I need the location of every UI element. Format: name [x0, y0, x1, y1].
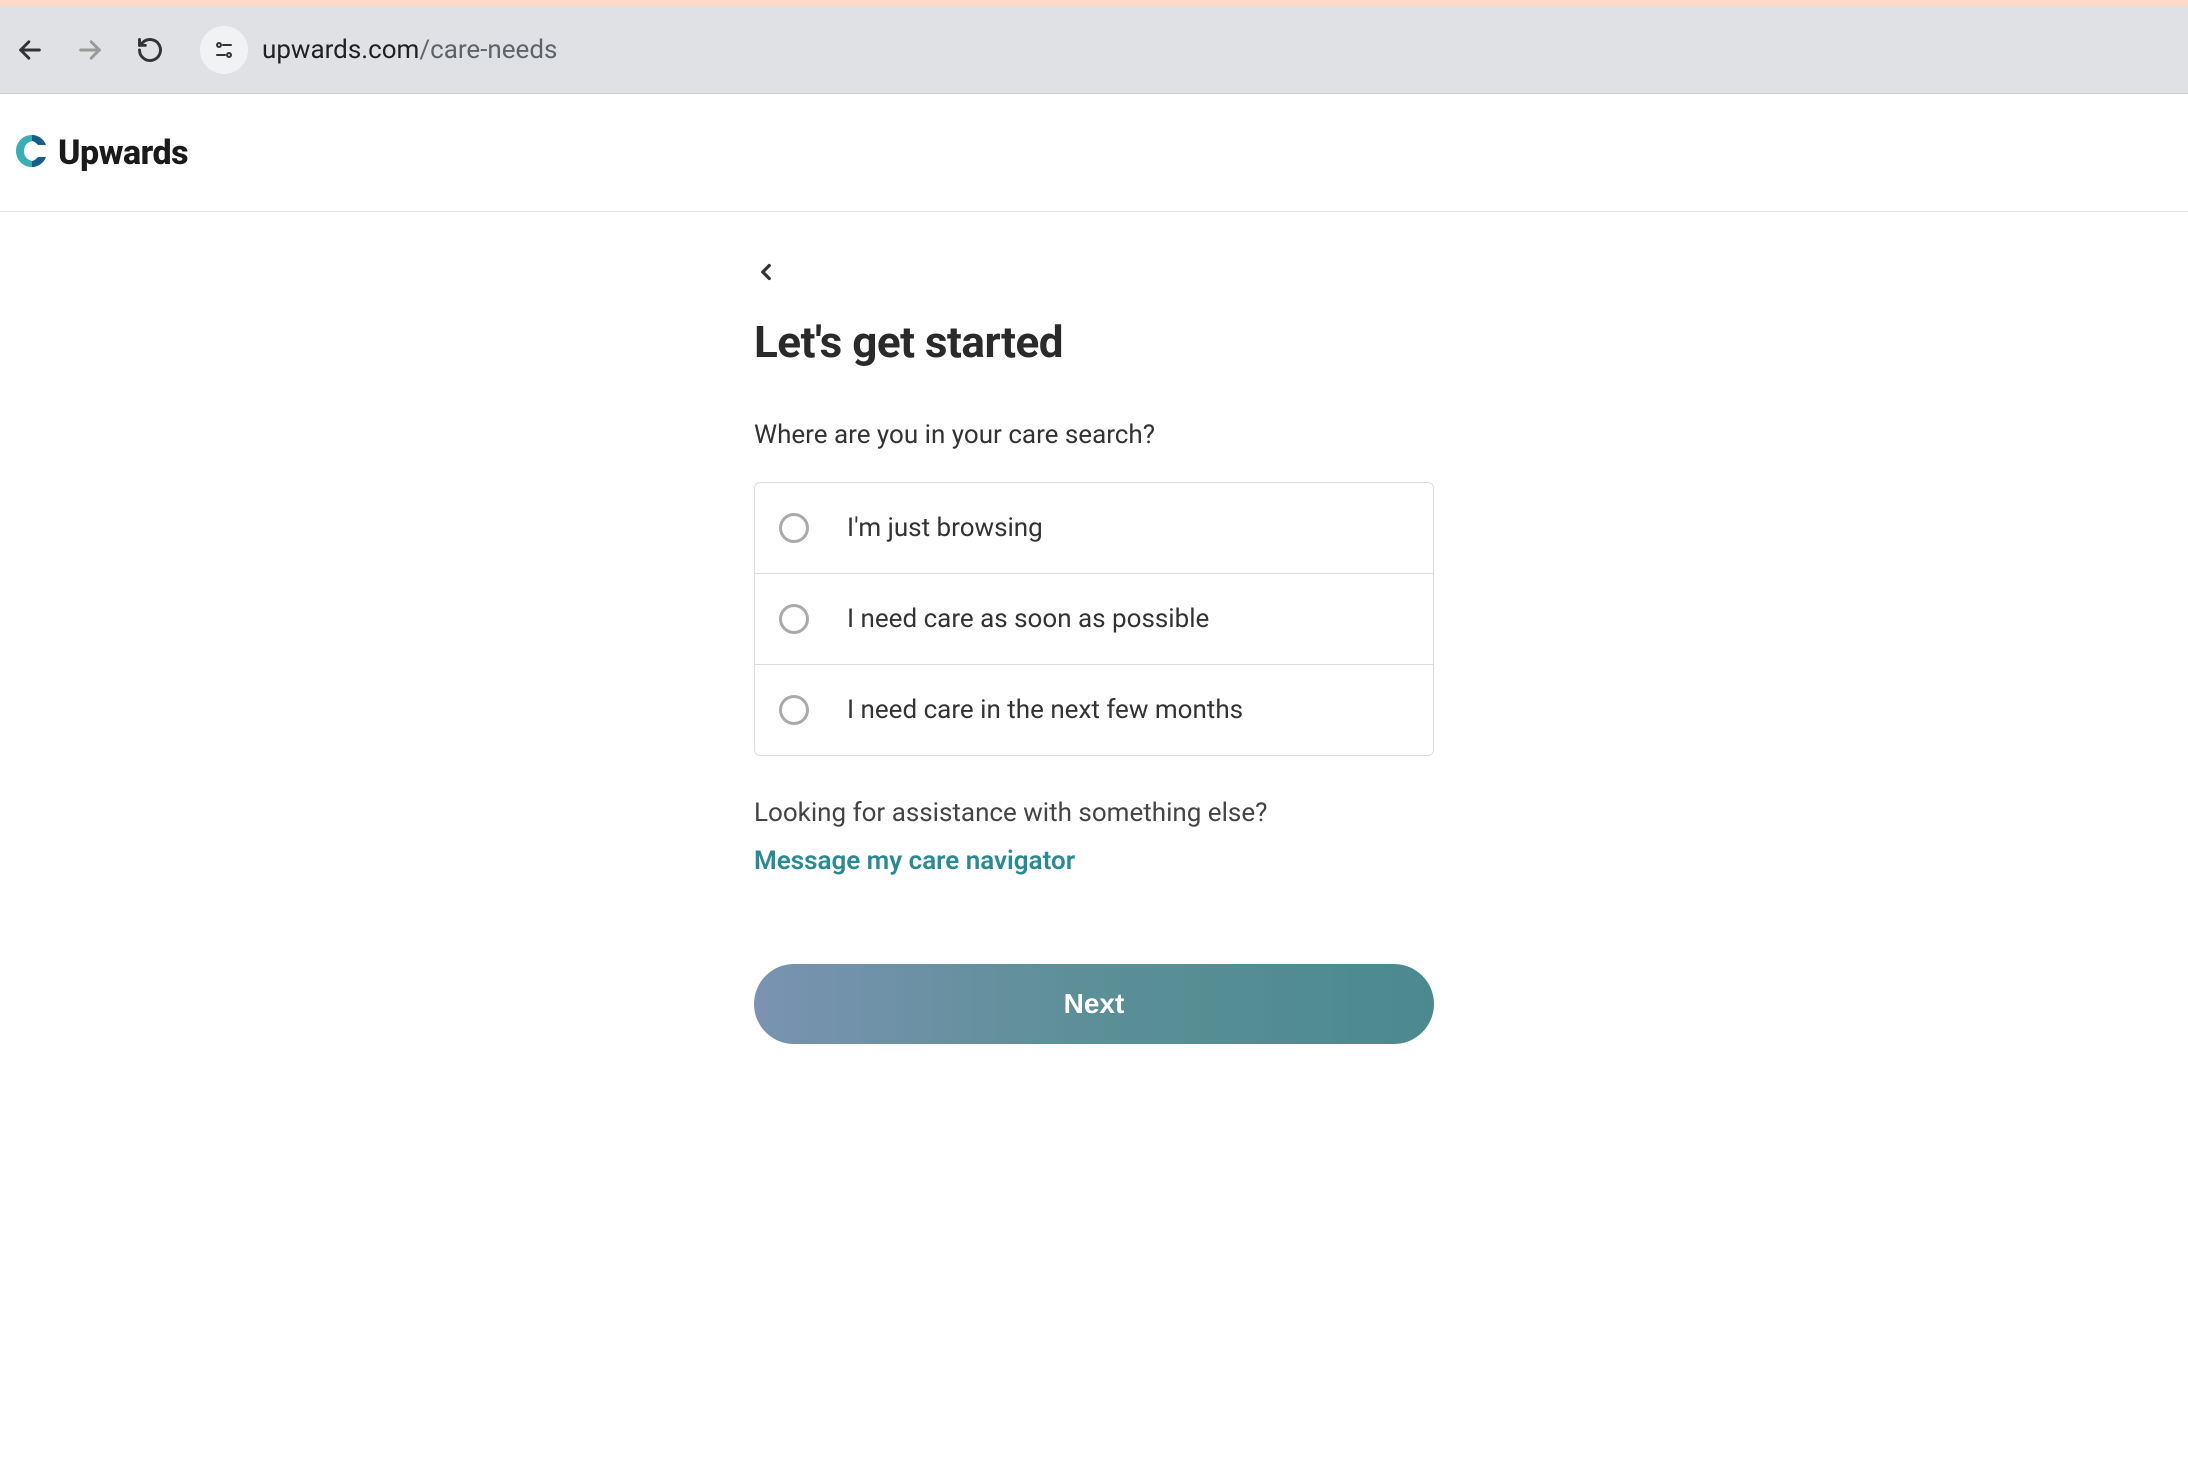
form-back-button[interactable] — [746, 252, 786, 292]
main-content: Let's get started Where are you in your … — [754, 212, 1434, 1044]
address-bar[interactable]: upwards.com/care-needs — [200, 22, 2168, 78]
message-navigator-link[interactable]: Message my care navigator — [754, 846, 1075, 876]
browser-back-button[interactable] — [14, 34, 46, 66]
browser-reload-button[interactable] — [134, 34, 166, 66]
option-label: I'm just browsing — [847, 513, 1043, 543]
page-title: Let's get started — [754, 316, 1434, 368]
site-header: Upwards — [0, 94, 2188, 212]
next-button[interactable]: Next — [754, 964, 1434, 1044]
radio-icon — [779, 513, 809, 543]
options-group: I'm just browsing I need care as soon as… — [754, 482, 1434, 756]
radio-icon — [779, 695, 809, 725]
logo-text: Upwards — [58, 133, 188, 173]
logo[interactable]: Upwards — [12, 131, 188, 175]
assistance-text: Looking for assistance with something el… — [754, 798, 1434, 828]
url-text: upwards.com/care-needs — [262, 35, 557, 65]
option-label: I need care in the next few months — [847, 695, 1243, 725]
option-browsing[interactable]: I'm just browsing — [755, 483, 1433, 574]
browser-forward-button[interactable] — [74, 34, 106, 66]
address-bar-wrap: upwards.com/care-needs — [194, 22, 2174, 78]
site-settings-icon[interactable] — [200, 26, 248, 74]
option-label: I need care as soon as possible — [847, 604, 1209, 634]
radio-icon — [779, 604, 809, 634]
logo-icon — [12, 131, 52, 175]
option-asap[interactable]: I need care as soon as possible — [755, 574, 1433, 665]
option-few-months[interactable]: I need care in the next few months — [755, 665, 1433, 755]
browser-toolbar: upwards.com/care-needs — [0, 6, 2188, 94]
question-text: Where are you in your care search? — [754, 420, 1434, 450]
